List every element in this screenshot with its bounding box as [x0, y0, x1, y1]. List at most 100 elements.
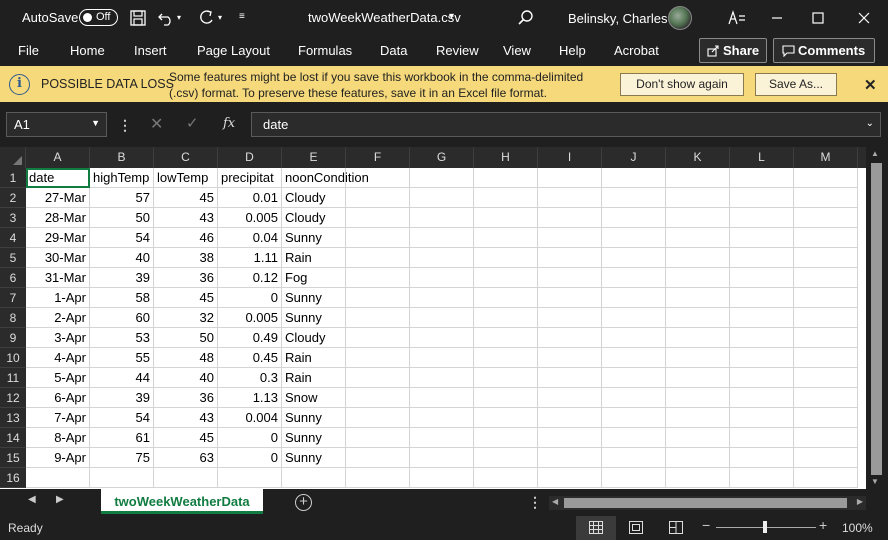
cell-l2[interactable] [730, 188, 794, 208]
cell-k16[interactable] [666, 468, 730, 488]
cell-j3[interactable] [602, 208, 666, 228]
insert-function-icon[interactable]: fx [223, 116, 235, 131]
cell-h8[interactable] [474, 308, 538, 328]
cell-f5[interactable] [346, 248, 410, 268]
row-header[interactable]: 7 [0, 288, 26, 308]
cell-g14[interactable] [410, 428, 474, 448]
avatar[interactable] [668, 6, 692, 30]
cell-j1[interactable] [602, 168, 666, 188]
cell-b12[interactable]: 39 [90, 388, 154, 408]
cell-c14[interactable]: 45 [154, 428, 218, 448]
zoom-level[interactable]: 100% [842, 521, 873, 535]
column-header-f[interactable]: F [346, 147, 410, 168]
cell-m5[interactable] [794, 248, 858, 268]
cell-j2[interactable] [602, 188, 666, 208]
select-all-corner[interactable] [0, 147, 26, 168]
cell-m1[interactable] [794, 168, 858, 188]
cell-j15[interactable] [602, 448, 666, 468]
column-header-a[interactable]: A [26, 147, 90, 168]
cell-f11[interactable] [346, 368, 410, 388]
cell-e1[interactable]: noonCondition [282, 168, 369, 188]
add-sheet-icon[interactable]: + [295, 494, 312, 511]
cell-i14[interactable] [538, 428, 602, 448]
cell-d4[interactable]: 0.04 [218, 228, 282, 248]
cell-h4[interactable] [474, 228, 538, 248]
close-icon[interactable] [853, 7, 875, 29]
cell-g9[interactable] [410, 328, 474, 348]
cell-f10[interactable] [346, 348, 410, 368]
save-icon[interactable] [129, 9, 147, 27]
cell-a2[interactable]: 27-Mar [26, 188, 90, 208]
cell-g7[interactable] [410, 288, 474, 308]
cell-h9[interactable] [474, 328, 538, 348]
cell-f2[interactable] [346, 188, 410, 208]
cell-d5[interactable]: 1.11 [218, 248, 282, 268]
cell-a1[interactable]: date [26, 168, 90, 188]
cell-a6[interactable]: 31-Mar [26, 268, 90, 288]
cell-a14[interactable]: 8-Apr [26, 428, 90, 448]
cell-m4[interactable] [794, 228, 858, 248]
row-header[interactable]: 9 [0, 328, 26, 348]
cell-h14[interactable] [474, 428, 538, 448]
cell-h13[interactable] [474, 408, 538, 428]
cell-j8[interactable] [602, 308, 666, 328]
save-as-button[interactable]: Save As... [755, 73, 837, 96]
row-header[interactable]: 6 [0, 268, 26, 288]
cell-f3[interactable] [346, 208, 410, 228]
cell-i16[interactable] [538, 468, 602, 488]
cell-c1[interactable]: lowTemp [154, 168, 218, 188]
zoom-in-icon[interactable]: + [819, 517, 827, 533]
tab-data[interactable]: Data [380, 43, 407, 58]
cell-d8[interactable]: 0.005 [218, 308, 282, 328]
cell-k8[interactable] [666, 308, 730, 328]
column-header-c[interactable]: C [154, 147, 218, 168]
worksheet-grid[interactable]: ABCDEFGHIJKLM 1 date highTemp lowTemp precip… [0, 147, 866, 489]
cell-b2[interactable]: 57 [90, 188, 154, 208]
cell-l11[interactable] [730, 368, 794, 388]
cell-f16[interactable] [346, 468, 410, 488]
cell-l4[interactable] [730, 228, 794, 248]
tab-formulas[interactable]: Formulas [298, 43, 352, 58]
cell-c16[interactable] [154, 468, 218, 488]
next-sheet-icon[interactable]: ▶ [56, 494, 64, 505]
cell-d9[interactable]: 0.49 [218, 328, 282, 348]
cell-d12[interactable]: 1.13 [218, 388, 282, 408]
cell-h1[interactable] [474, 168, 538, 188]
cell-e4[interactable]: Sunny [282, 228, 346, 248]
filename-chevron-down-icon[interactable]: ▾ [449, 11, 454, 22]
cell-e13[interactable]: Sunny [282, 408, 346, 428]
cell-a3[interactable]: 28-Mar [26, 208, 90, 228]
cell-b8[interactable]: 60 [90, 308, 154, 328]
cell-f9[interactable] [346, 328, 410, 348]
cell-l13[interactable] [730, 408, 794, 428]
row-header[interactable]: 11 [0, 368, 26, 388]
cell-f8[interactable] [346, 308, 410, 328]
cell-a12[interactable]: 6-Apr [26, 388, 90, 408]
row-header[interactable]: 10 [0, 348, 26, 368]
cell-l3[interactable] [730, 208, 794, 228]
row-header[interactable]: 4 [0, 228, 26, 248]
tab-home[interactable]: Home [70, 43, 105, 58]
cell-l14[interactable] [730, 428, 794, 448]
cell-i12[interactable] [538, 388, 602, 408]
horizontal-scrollbar[interactable]: ◀ ▶ [549, 496, 866, 510]
cell-f15[interactable] [346, 448, 410, 468]
cell-g10[interactable] [410, 348, 474, 368]
cell-m7[interactable] [794, 288, 858, 308]
cell-k10[interactable] [666, 348, 730, 368]
cell-j4[interactable] [602, 228, 666, 248]
redo-icon[interactable] [197, 9, 215, 27]
undo-icon[interactable] [157, 9, 175, 27]
formula-input[interactable]: date ⌄ [251, 112, 881, 137]
autosave-toggle[interactable]: Off [79, 9, 118, 26]
cell-f13[interactable] [346, 408, 410, 428]
cell-k5[interactable] [666, 248, 730, 268]
share-button[interactable]: Share [699, 38, 767, 63]
cell-b14[interactable]: 61 [90, 428, 154, 448]
cell-j5[interactable] [602, 248, 666, 268]
cell-j13[interactable] [602, 408, 666, 428]
more-options-icon[interactable]: ⋮ [118, 117, 132, 134]
cell-g4[interactable] [410, 228, 474, 248]
column-header-j[interactable]: J [602, 147, 666, 168]
dont-show-again-button[interactable]: Don't show again [620, 73, 744, 96]
